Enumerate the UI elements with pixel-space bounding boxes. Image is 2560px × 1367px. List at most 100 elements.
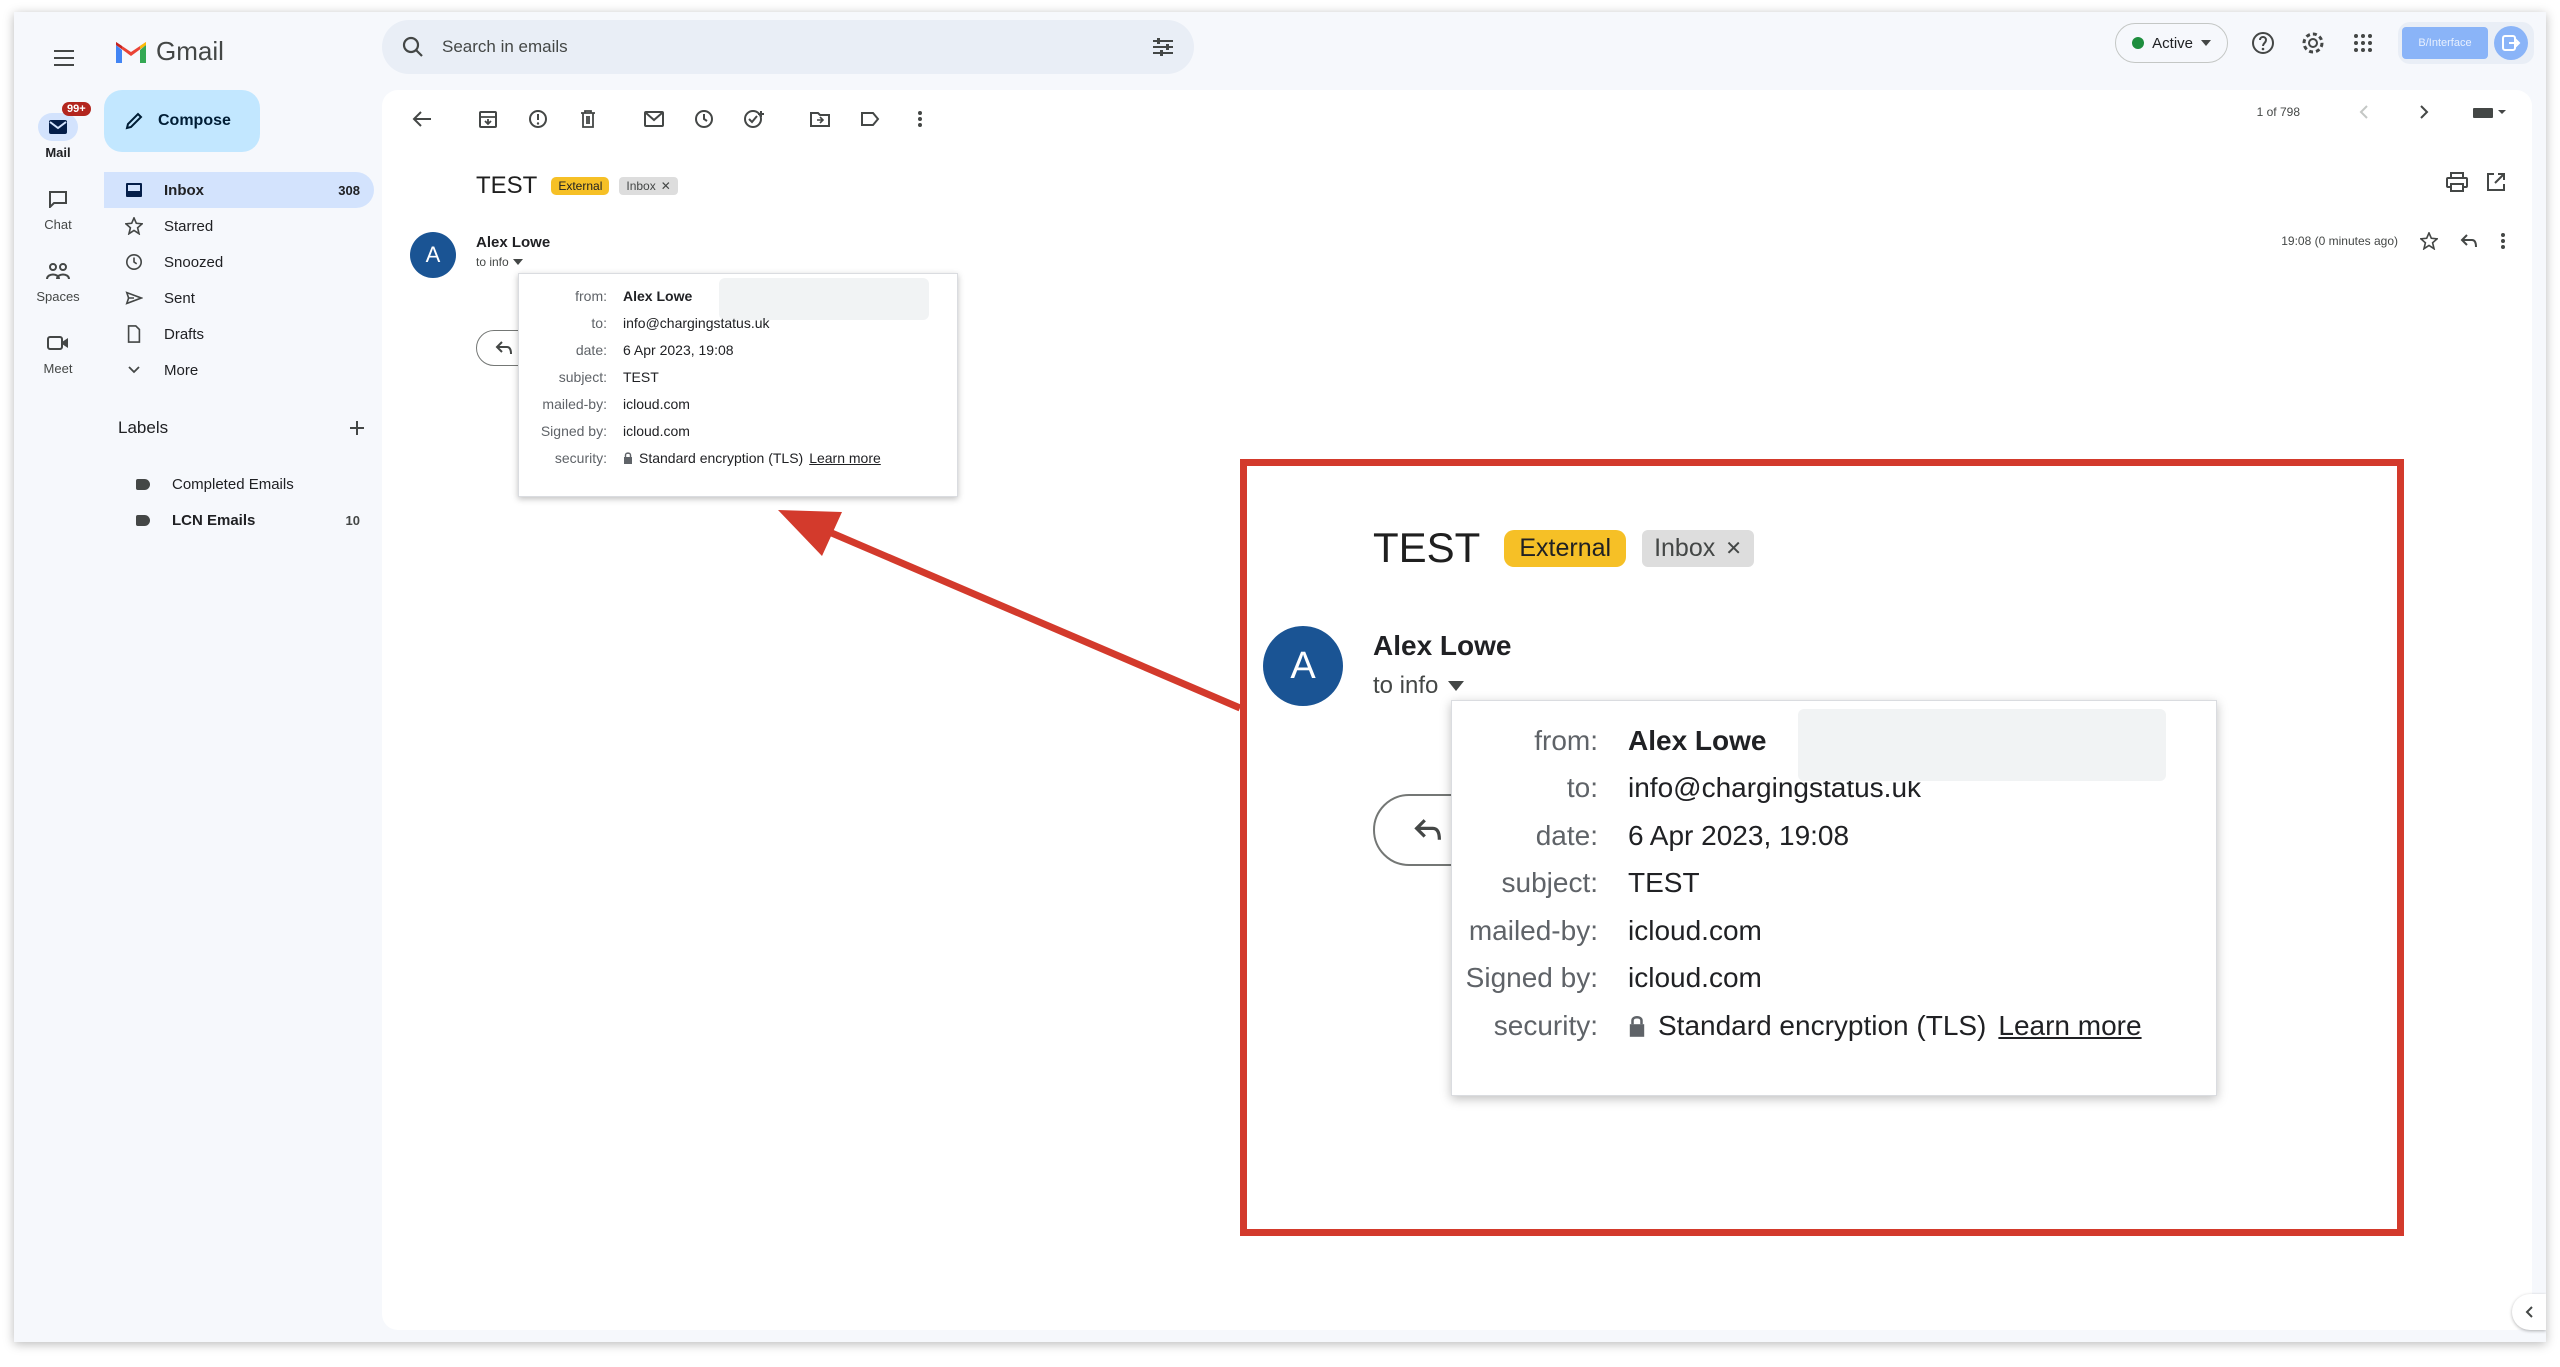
pager-text: 1 of 798 (2256, 105, 2300, 119)
reply-icon[interactable] (2460, 233, 2478, 249)
message-time: 19:08 (0 minutes ago) (2281, 234, 2398, 248)
label-count: 10 (345, 512, 360, 528)
trash-icon[interactable] (568, 104, 608, 134)
app-name: Gmail (156, 36, 224, 66)
more-vert-icon[interactable] (2500, 232, 2506, 250)
callout-external-chip: External (1504, 529, 1627, 567)
help-icon[interactable] (2248, 28, 2278, 58)
detail-value: Standard encryption (TLS) Learn more (1628, 1010, 2142, 1042)
detail-security: security: Standard encryption (TLS) Lear… (1452, 1002, 2216, 1050)
star-icon[interactable] (2420, 232, 2438, 250)
gmail-logo[interactable]: Gmail (114, 36, 224, 67)
nav-item-snoozed[interactable]: Snoozed (104, 244, 374, 280)
detail-signed-by: Signed by: icloud.com (1452, 955, 2216, 1003)
detail-key: from: (575, 287, 607, 304)
more-vert-icon[interactable] (900, 104, 940, 134)
mark-unread-icon[interactable] (634, 104, 674, 134)
label-icon (136, 478, 150, 490)
rail-item-chat[interactable]: Chat (14, 172, 102, 244)
detail-key: subject: (1501, 867, 1599, 899)
detail-value: TEST (623, 368, 659, 385)
subject-row: TEST External Inbox ✕ (476, 172, 678, 200)
nav-label: Inbox (164, 181, 204, 199)
spaces-icon (38, 257, 78, 285)
chat-icon (38, 185, 78, 213)
print-icon[interactable] (2446, 172, 2468, 197)
account-switcher[interactable]: B/Interface (2398, 22, 2534, 64)
chevron-left-icon[interactable] (2358, 104, 2370, 120)
rail-item-meet[interactable]: Meet (14, 316, 102, 388)
labels-list: Completed Emails LCN Emails 10 (104, 466, 374, 538)
label-item-completed-emails[interactable]: Completed Emails (104, 466, 374, 502)
nav-item-starred[interactable]: Starred (104, 208, 374, 244)
nav-label: Sent (164, 289, 195, 307)
redacted-area (1798, 709, 2166, 781)
detail-key: to: (591, 314, 607, 331)
sender-avatar[interactable]: A (410, 232, 456, 278)
callout-sender-avatar: A (1263, 626, 1343, 706)
snooze-clock-icon[interactable] (684, 104, 724, 134)
input-tools-icon[interactable] (2472, 105, 2506, 119)
gear-icon[interactable] (2298, 28, 2328, 58)
email-subject: TEST (476, 172, 538, 199)
open-new-window-icon[interactable] (2486, 172, 2506, 197)
detail-key: date: (1535, 819, 1598, 851)
detail-key: from: (1534, 724, 1598, 756)
callout-sender-name: Alex Lowe (1373, 630, 1512, 661)
callout-to-text: to info (1373, 672, 1439, 699)
chevron-down-icon (124, 365, 144, 375)
chevron-right-icon[interactable] (2418, 104, 2430, 120)
sender-name[interactable]: Alex Lowe (476, 234, 550, 251)
add-task-icon[interactable] (734, 104, 774, 134)
detail-mailed-by: mailed-by: icloud.com (519, 390, 957, 417)
rail-item-mail[interactable]: 99+ Mail (14, 100, 102, 172)
detail-to: to: info@chargingstatus.uk (519, 309, 957, 336)
archive-icon[interactable] (468, 104, 508, 134)
callout-subject-row: TEST External Inbox ✕ (1373, 524, 1754, 572)
nav-item-drafts[interactable]: Drafts (104, 316, 374, 352)
plus-icon[interactable] (348, 419, 366, 437)
account-brand-logo: B/Interface (2402, 27, 2488, 59)
collapse-side-panel-button[interactable] (2512, 1294, 2546, 1330)
inbox-chip-label: Inbox (626, 179, 656, 193)
mail-unread-badge: 99+ (62, 102, 91, 116)
report-spam-icon[interactable] (518, 104, 558, 134)
learn-more-link[interactable]: Learn more (809, 450, 881, 466)
sender-details-popup: from: Alex Lowe to: info@chargingstatus.uk… (518, 273, 958, 497)
status-dot-icon (2132, 37, 2145, 49)
main-menu-button[interactable] (42, 36, 86, 80)
reply-icon (495, 341, 512, 355)
recipient-details-toggle[interactable]: to info (476, 255, 523, 269)
gmail-m-icon (116, 41, 146, 63)
nav-label: More (164, 361, 199, 379)
label-tag-icon[interactable] (850, 104, 890, 134)
message-meta: 19:08 (0 minutes ago) (2281, 232, 2506, 250)
rail-label: Spaces (36, 288, 80, 304)
learn-more-link: Learn more (1998, 1009, 2142, 1041)
search-icon[interactable] (402, 36, 424, 58)
remove-label-icon[interactable]: ✕ (661, 179, 671, 193)
app-rail: 99+ Mail Chat Spaces Meet (14, 100, 102, 388)
label-item-lcn-emails[interactable]: LCN Emails 10 (104, 502, 374, 538)
search-input[interactable] (442, 37, 1134, 57)
security-text: Standard encryption (TLS) (639, 449, 804, 466)
status-button[interactable]: Active (2115, 23, 2228, 63)
status-label: Active (2152, 34, 2193, 52)
rail-item-spaces[interactable]: Spaces (14, 244, 102, 316)
nav-item-inbox[interactable]: Inbox 308 (104, 172, 374, 208)
nav-item-more[interactable]: More (104, 352, 374, 388)
label-icon (136, 514, 150, 526)
apps-grid-icon[interactable] (2348, 28, 2378, 58)
zoom-callout: TEST External Inbox ✕ A Alex Lowe to inf… (1240, 459, 2404, 1236)
back-arrow-icon[interactable] (402, 104, 442, 134)
nav-item-sent[interactable]: Sent (104, 280, 374, 316)
security-text: Standard encryption (TLS) (1658, 1009, 1987, 1041)
move-to-folder-icon[interactable] (800, 104, 840, 134)
mail-icon (38, 112, 78, 141)
search-options-icon[interactable] (1152, 37, 1174, 57)
reply-icon (1414, 819, 1441, 840)
detail-key: security: (554, 449, 607, 466)
caret-down-icon (512, 259, 523, 265)
compose-button[interactable]: Compose (104, 90, 260, 152)
chevron-left-icon (2525, 1306, 2533, 1318)
